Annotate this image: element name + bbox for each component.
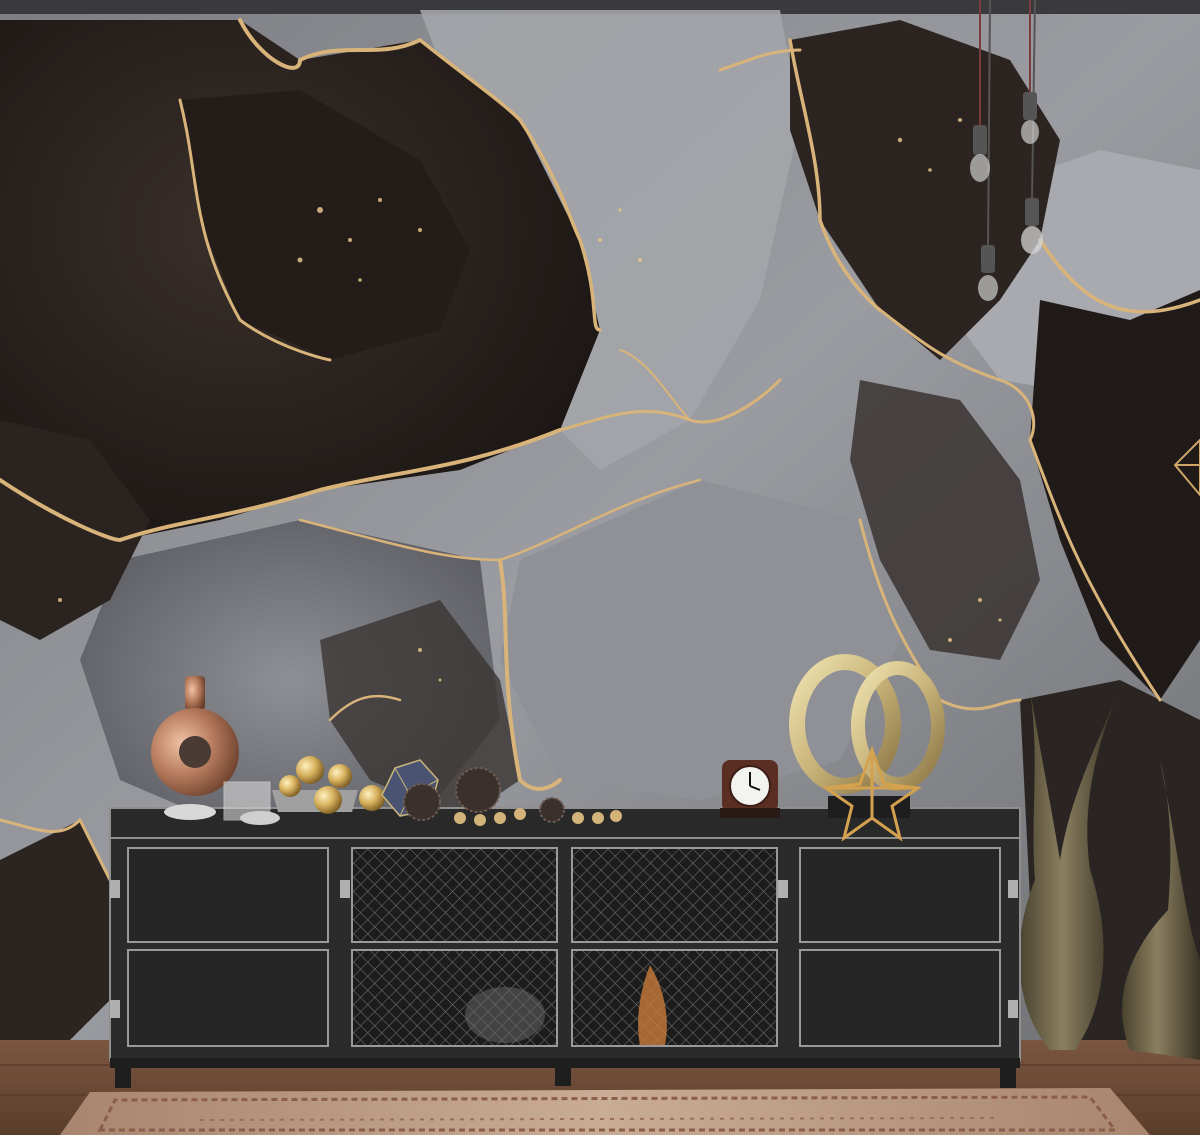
scene-illustration <box>0 0 1200 1135</box>
interior-scene <box>0 0 1200 1135</box>
table-clock <box>720 760 780 818</box>
industrial-sideboard <box>109 807 1021 1088</box>
patterned-rug <box>60 1088 1150 1135</box>
